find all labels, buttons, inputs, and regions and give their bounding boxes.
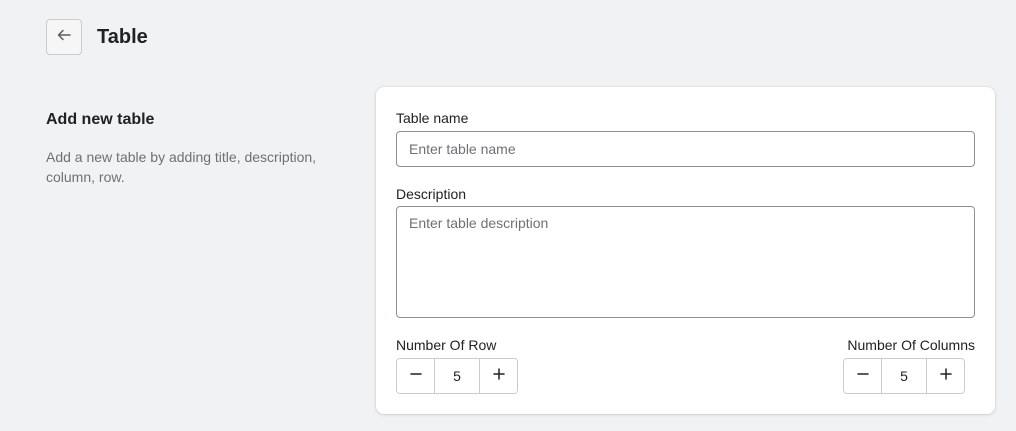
rows-decrement-button[interactable] xyxy=(397,359,434,393)
form-card: Table name Description Number Of Row 5 N… xyxy=(376,87,995,414)
minus-icon xyxy=(409,367,422,385)
page-title: Table xyxy=(97,26,148,48)
columns-value[interactable]: 5 xyxy=(881,359,927,393)
back-button[interactable] xyxy=(46,19,82,55)
section-description: Add a new table by adding title, descrip… xyxy=(46,149,317,185)
columns-increment-button[interactable] xyxy=(927,359,964,393)
table-name-label: Table name xyxy=(396,110,469,126)
table-name-input[interactable] xyxy=(396,131,975,167)
columns-label: Number Of Columns xyxy=(847,337,975,353)
page: Table Add new table Add a new table by a… xyxy=(0,0,1016,431)
rows-value[interactable]: 5 xyxy=(434,359,480,393)
description-textarea[interactable] xyxy=(396,206,975,318)
plus-icon xyxy=(939,367,952,385)
minus-icon xyxy=(856,367,869,385)
rows-stepper: 5 xyxy=(396,358,518,394)
description-label: Description xyxy=(396,186,467,202)
arrow-left-icon xyxy=(57,28,71,46)
rows-increment-button[interactable] xyxy=(480,359,517,393)
rows-label: Number Of Row xyxy=(396,337,497,353)
section-title: Add new table xyxy=(46,111,155,128)
columns-decrement-button[interactable] xyxy=(844,359,881,393)
columns-stepper: 5 xyxy=(843,358,965,394)
plus-icon xyxy=(492,367,505,385)
